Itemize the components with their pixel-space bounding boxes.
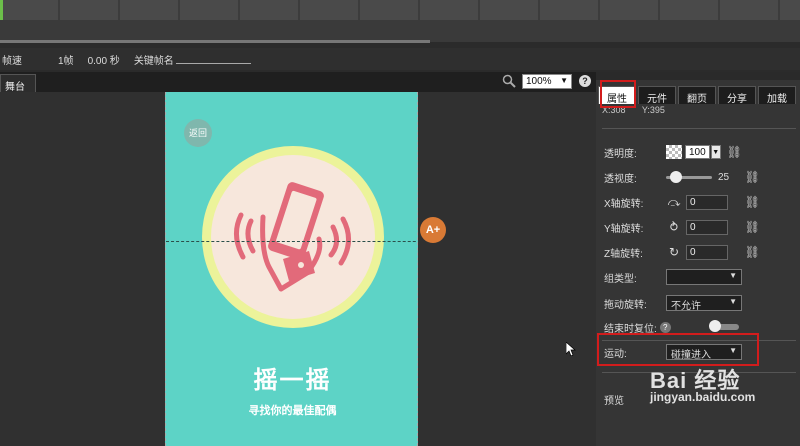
group-type-select[interactable]: ▼ [666,269,742,285]
shake-illustration-inner [211,155,375,319]
baidu-watermark: Bai 经验 jingyan.baidu.com [650,355,800,446]
stage-toolbar: 舞台 100% ▼ ? [0,72,596,93]
y-rotate-icon: ⥁ [669,220,679,234]
link-icon[interactable]: ⛓ [745,170,760,184]
preview-label: 预览 [604,396,624,407]
link-icon[interactable]: ⛓ [745,195,760,209]
time-seconds: 0.00 秒 [87,55,120,67]
group-type-label: 组类型: [604,273,637,285]
frame-info-bar: 帧速 1帧 0.00 秒 关键帧名 [0,48,800,70]
chevron-down-icon: ▼ [729,297,737,306]
watermark-url: jingyan.baidu.com [650,390,756,404]
tab-loading[interactable]: 加载 [758,86,796,105]
shake-title[interactable]: 摇一摇 [166,360,417,395]
keyframe-name-label: 关键帧名 [133,55,174,67]
timeline-frames[interactable] [0,0,800,20]
timeline-playhead-marker [0,0,3,20]
toggle-knob[interactable] [708,320,721,332]
shake-illustration[interactable] [202,146,384,328]
perspective-row: 透视度: 25 ⛓ [604,167,794,187]
timeline-scrollbar[interactable] [0,40,430,43]
x-rotation-input[interactable]: 0 [686,194,728,210]
divider [602,128,796,129]
opacity-label: 透明度: [604,148,637,160]
z-rotation-row: Z轴旋转: ↻ 0 ⛓ [604,242,794,262]
help-icon[interactable]: ? [659,321,671,333]
back-button[interactable]: 返回 [184,119,212,147]
y-rotation-label: Y轴旋转: [604,223,644,235]
frame-count: 1帧 [58,55,74,67]
link-icon[interactable]: ⛓ [745,220,760,234]
y-rotation-row: Y轴旋转: ⥁ 0 ⛓ [604,217,794,237]
opacity-row: 透明度: 100 ▼ ⛓ [604,142,794,162]
tab-components[interactable]: 元件 [638,86,676,105]
phone-hand-icon [234,182,351,292]
group-type-row: 组类型: ▼ [604,267,794,287]
tab-share[interactable]: 分享 [718,86,756,105]
x-rotate-icon: ⤼ [667,194,681,209]
chevron-down-icon: ▼ [560,76,568,85]
z-rotation-label: Z轴旋转: [604,248,643,260]
reset-on-end-toggle[interactable] [708,320,739,332]
z-rotate-icon: ↻ [668,245,680,259]
frame-speed-label: 帧速 [2,55,22,67]
keyframe-name-input[interactable] [175,54,251,64]
add-animation-button[interactable]: A+ [420,217,446,243]
y-rotation-input[interactable]: 0 [686,219,728,235]
keyframe-name: 关键帧名 [134,52,251,67]
slider-knob[interactable] [670,170,682,183]
tab-page-flip[interactable]: 翻页 [678,86,716,105]
drag-rotate-label: 拖动旋转: [604,299,647,311]
perspective-label: 透视度: [604,173,637,185]
zoom-value: 100% [526,76,552,87]
chevron-down-icon: ▼ [729,271,737,280]
perspective-value: 25 [718,171,730,183]
zoom-select[interactable]: 100% ▼ [522,74,572,89]
drag-rotate-select[interactable]: 不允许 ▼ [666,295,742,312]
x-rotation-label: X轴旋转: [604,198,644,210]
shake-subtitle[interactable]: 寻找你的最佳配偶 [166,402,417,418]
help-icon[interactable]: ? [579,75,591,87]
properties-tab-highlight [600,80,636,108]
magnifier-icon [502,74,518,90]
chevron-down-icon[interactable]: ▼ [710,145,721,159]
drag-rotate-row: 拖动旋转: 不允许 ▼ [604,293,794,313]
x-rotation-row: X轴旋转: ⤼ 0 ⛓ [604,192,794,212]
mouse-cursor-icon [566,342,576,356]
opacity-input[interactable]: 100 [685,145,710,159]
link-icon[interactable]: ⛓ [745,245,760,259]
transparency-swatch-icon [666,145,682,159]
perspective-slider[interactable] [666,170,712,183]
z-rotation-input[interactable]: 0 [686,244,728,260]
stage-area: 返回 摇一摇 寻找你的最佳配偶 A+ [0,92,596,446]
guide-line [166,241,417,242]
panel-grip[interactable] [596,72,800,80]
timeline [0,0,800,43]
tab-stage[interactable]: 舞台 [0,74,36,93]
drag-rotate-value: 不允许 [671,301,701,312]
y-coordinate: Y:395 [641,105,665,115]
link-icon[interactable]: ⛓ [727,145,742,159]
page-canvas[interactable]: 返回 摇一摇 寻找你的最佳配偶 [165,92,418,446]
